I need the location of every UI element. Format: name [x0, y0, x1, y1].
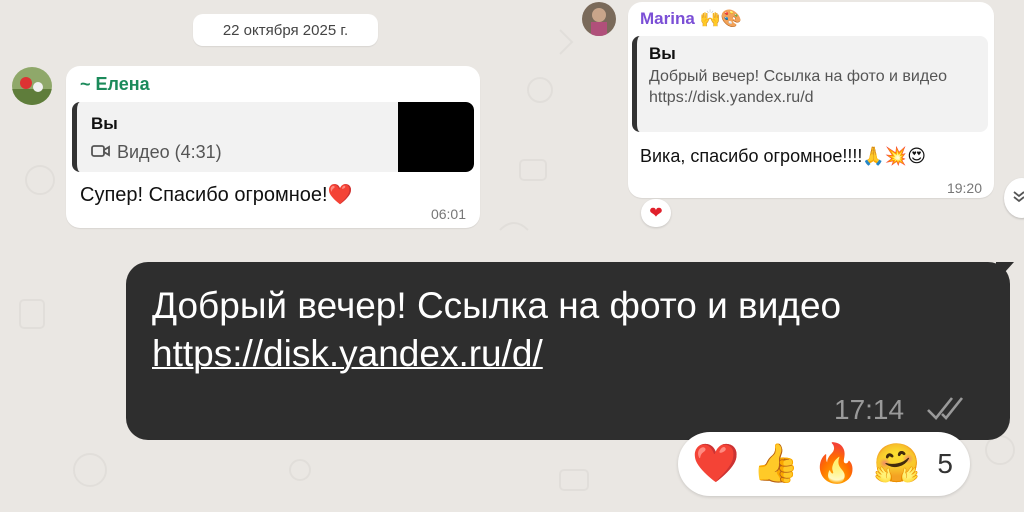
quote-author: Вы: [91, 114, 118, 133]
message-body: Добрый вечер! Ссылка на фото и видео: [152, 285, 842, 326]
message-text: Супер! Спасибо огромное!❤️: [80, 184, 353, 206]
message-text: Вика, спасибо огромное!!!!🙏💥😍: [640, 146, 927, 166]
message-elena[interactable]: ~ Елена Вы Видео (4:31) Супер! Спасибо о…: [66, 66, 480, 228]
message-link[interactable]: https://disk.yandex.ru/d/: [152, 333, 543, 374]
quoted-message[interactable]: Вы Добрый вечер! Ссылка на фото и видео …: [632, 36, 988, 132]
reaction-count: 5: [937, 448, 953, 479]
quote-media: Видео (4:31): [91, 142, 222, 163]
sender-name[interactable]: Marina 🙌🎨: [640, 9, 742, 29]
message-marina[interactable]: Marina 🙌🎨 Вы Добрый вечер! Ссылка на фот…: [628, 2, 994, 198]
scroll-down-icon: [1012, 189, 1024, 208]
message-time: 19:20: [946, 180, 982, 196]
marina-avatar[interactable]: [582, 2, 616, 36]
message-time: 17:14: [834, 394, 905, 425]
reactions-bar[interactable]: ❤️ 👍 🔥 🤗 5: [678, 432, 970, 496]
reaction-fire[interactable]: 🔥: [813, 442, 860, 486]
quote-author: Вы: [649, 44, 676, 63]
message-time: 06:01: [430, 206, 466, 222]
sender-name[interactable]: ~ Елена: [80, 74, 150, 95]
message-text: Добрый вечер! Ссылка на фото и видео htt…: [152, 282, 972, 378]
message-reaction[interactable]: ❤: [641, 199, 671, 227]
quoted-message[interactable]: Вы Видео (4:31): [72, 102, 474, 172]
elena-avatar[interactable]: [12, 67, 52, 105]
date-separator: 22 октября 2025 г.: [193, 14, 378, 46]
video-icon: [91, 142, 111, 163]
double-check-icon: [926, 396, 968, 427]
video-thumbnail: [398, 102, 474, 172]
message-outgoing[interactable]: Добрый вечер! Ссылка на фото и видео htt…: [126, 262, 1010, 440]
quote-text: Добрый вечер! Ссылка на фото и видео htt…: [649, 68, 947, 106]
quote-media-label: Видео (4:31): [117, 142, 222, 162]
reaction-hug[interactable]: 🤗: [873, 442, 920, 486]
reaction-heart[interactable]: ❤️: [692, 442, 739, 486]
reaction-thumbs-up[interactable]: 👍: [752, 442, 799, 486]
